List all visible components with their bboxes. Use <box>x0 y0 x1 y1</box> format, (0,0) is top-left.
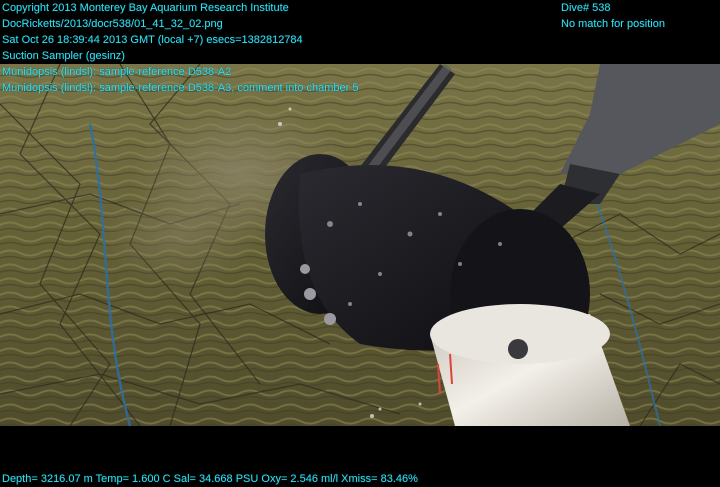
overlay-top-left: Copyright 2013 Monterey Bay Aquarium Res… <box>2 0 358 96</box>
copyright-line: Copyright 2013 Monterey Bay Aquarium Res… <box>2 2 289 14</box>
annotation-line-1: Munidopsis (lindsl): sample-reference D5… <box>2 66 232 78</box>
scene-image <box>0 64 720 426</box>
position-status: No match for position <box>561 18 665 30</box>
dive-number: Dive# 538 <box>561 2 611 14</box>
timestamp-line: Sat Oct 26 18:39:44 2013 GMT (local +7) … <box>2 34 303 46</box>
overlay-top-right: Dive# 538 No match for position <box>561 0 665 32</box>
sensor-readout: Depth= 3216.07 m Temp= 1.600 C Sal= 34.6… <box>2 473 418 485</box>
tool-line: Suction Sampler (gesinz) <box>2 50 125 62</box>
underwater-scene <box>0 64 720 426</box>
file-path-line: DocRicketts/2013/docr538/01_41_32_02.png <box>2 18 223 30</box>
annotation-line-2: Munidopsis (lindsl): sample-reference D5… <box>2 82 359 94</box>
